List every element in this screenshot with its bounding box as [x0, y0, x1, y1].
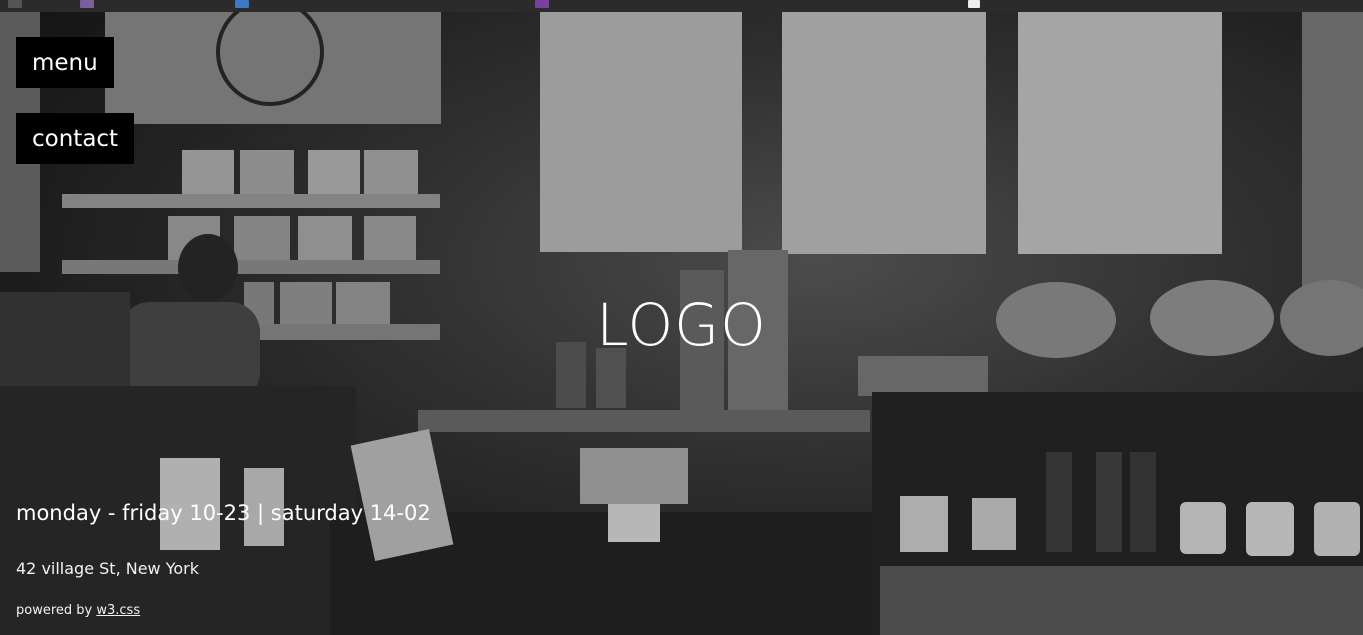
bookmark-icon[interactable] [535, 0, 549, 8]
site-logo: LOGO [596, 291, 767, 359]
w3css-link[interactable]: w3.css [96, 603, 140, 618]
contact-button[interactable]: contact [16, 113, 135, 164]
bookmark-icon[interactable] [8, 0, 22, 8]
address: 42 village St, New York [16, 559, 200, 578]
opening-hours: monday - friday 10-23 | saturday 14-02 [16, 501, 431, 525]
bookmark-icon[interactable] [80, 0, 94, 8]
powered-by: powered by w3.css [16, 601, 140, 621]
hero-section: menu contact LOGO monday - friday 10-23 … [0, 12, 1363, 635]
bookmark-icon[interactable] [968, 0, 980, 8]
powered-by-prefix: powered by [16, 603, 97, 618]
bookmark-icon[interactable] [235, 0, 249, 8]
menu-button[interactable]: menu [16, 37, 114, 88]
